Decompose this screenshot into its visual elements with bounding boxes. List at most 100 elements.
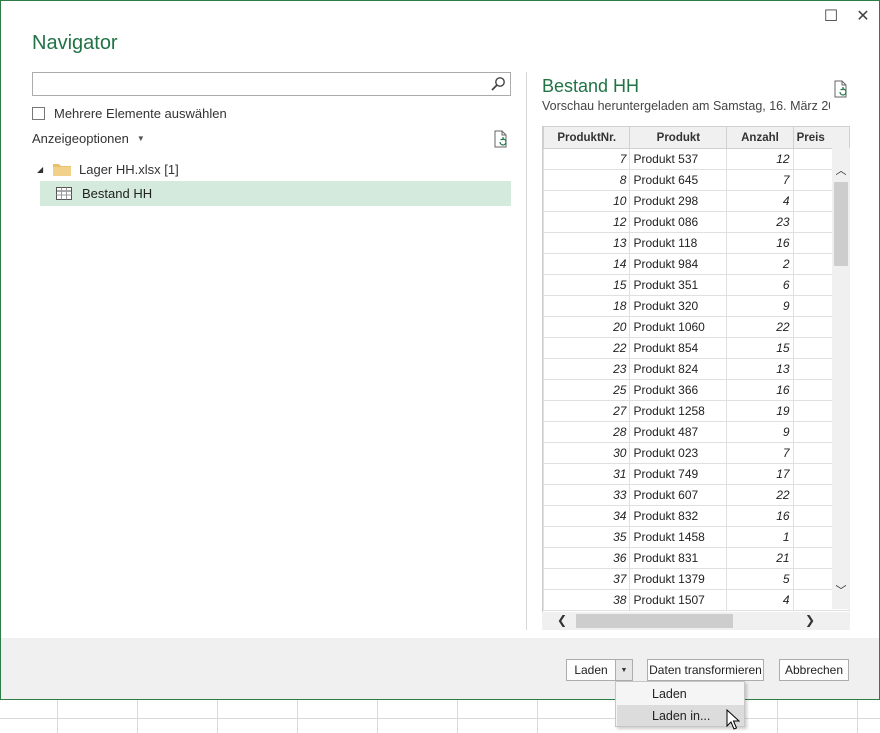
load-dropdown-button[interactable]: ▼ [615, 659, 633, 681]
table-cell: Produkt 487 [629, 421, 728, 443]
table-cell: 15 [726, 337, 794, 359]
chevron-down-icon: ▼ [620, 666, 628, 674]
scroll-up-icon[interactable]: ︿ [832, 162, 850, 178]
table-cell: 38 [543, 589, 631, 611]
table-cell: 5 [726, 568, 794, 590]
table-cell: Produkt 320 [629, 295, 728, 317]
table-cell: 13 [726, 358, 794, 380]
column-header[interactable]: Produkt [629, 126, 728, 149]
horizontal-scrollbar[interactable]: ❮ ❯ [542, 612, 850, 630]
maximize-button[interactable]: ☐ [820, 5, 842, 27]
table-cell: Produkt 118 [629, 232, 728, 254]
table-cell: 17 [726, 463, 794, 485]
table-cell: 22 [726, 484, 794, 506]
table-cell: 20 [543, 316, 631, 338]
vertical-scroll-thumb[interactable] [834, 182, 848, 266]
table-row: 20 Produkt 1060 22 [543, 316, 850, 338]
search-input[interactable] [32, 72, 511, 96]
table-cell: Produkt 831 [629, 547, 728, 569]
menu-item-load-to[interactable]: Laden in... [617, 705, 744, 726]
table-row: 14 Produkt 984 2 [543, 253, 850, 275]
multi-select-row[interactable]: Mehrere Elemente auswählen [32, 105, 227, 121]
table-header-row: ProduktNr. Produkt Anzahl Preis [543, 126, 850, 149]
table-cell: 14 [543, 253, 631, 275]
table-cell: 27 [543, 400, 631, 422]
column-header[interactable]: Anzahl [726, 126, 794, 149]
table-row: 7 Produkt 537 12 [543, 148, 850, 170]
table-cell: Produkt 351 [629, 274, 728, 296]
menu-item-load[interactable]: Laden [617, 683, 744, 704]
table-cell: Produkt 1379 [629, 568, 728, 590]
refresh-icon[interactable] [832, 80, 850, 98]
column-header[interactable]: ProduktNr. [543, 126, 631, 149]
table-cell: Produkt 366 [629, 379, 728, 401]
table-cell: 10 [543, 190, 631, 212]
cancel-button[interactable]: Abbrechen [779, 659, 849, 681]
expand-arrow-icon[interactable]: ◢ [37, 165, 47, 174]
panel-divider [526, 72, 527, 630]
table-cell: 12 [543, 211, 631, 233]
table-cell: 30 [543, 442, 631, 464]
scroll-right-icon[interactable]: ❯ [805, 613, 815, 627]
table-cell: 8 [543, 169, 631, 191]
table-cell: Produkt 298 [629, 190, 728, 212]
table-row: 36 Produkt 831 21 [543, 547, 850, 569]
display-options-dropdown[interactable]: Anzeigeoptionen ▼ [32, 131, 145, 146]
table-cell: Produkt 832 [629, 505, 728, 527]
table-cell: Produkt 1258 [629, 400, 728, 422]
tree-item-file[interactable]: ◢ Lager HH.xlsx [1] [32, 159, 179, 179]
table-cell: Produkt 537 [629, 148, 728, 170]
display-options-label: Anzeigeoptionen [32, 131, 129, 146]
table-cell: 31 [543, 463, 631, 485]
table-cell: Produkt 023 [629, 442, 728, 464]
tree-item-table-selected[interactable]: Bestand HH [40, 181, 511, 206]
table-row: 22 Produkt 854 15 [543, 337, 850, 359]
table-cell: Produkt 607 [629, 484, 728, 506]
table-cell: 28 [543, 421, 631, 443]
transform-data-button[interactable]: Daten transformieren [647, 659, 764, 681]
table-row: 35 Produkt 1458 1 [543, 526, 850, 548]
table-row: 31 Produkt 749 17 [543, 463, 850, 485]
multi-select-checkbox[interactable] [32, 106, 45, 120]
table-row: 34 Produkt 832 16 [543, 505, 850, 527]
table-cell: 16 [726, 232, 794, 254]
vertical-scrollbar[interactable]: ︿ ﹀ [832, 148, 850, 609]
table-row: 10 Produkt 298 4 [543, 190, 850, 212]
search-icon[interactable] [490, 76, 506, 92]
preview-title: Bestand HH [542, 76, 640, 96]
table-row: 15 Produkt 351 6 [543, 274, 850, 296]
close-button[interactable]: ✕ [852, 5, 874, 27]
table-cell: Produkt 749 [629, 463, 728, 485]
table-cell: Produkt 984 [629, 253, 728, 275]
table-cell: Produkt 854 [629, 337, 728, 359]
table-cell: 25 [543, 379, 631, 401]
table-cell: 36 [543, 547, 631, 569]
table-row: 25 Produkt 366 16 [543, 379, 850, 401]
load-button[interactable]: Laden [566, 659, 616, 681]
table-row: 28 Produkt 487 9 [543, 421, 850, 443]
table-cell: 22 [726, 316, 794, 338]
table-cell: 7 [543, 148, 631, 170]
table-cell: 4 [726, 190, 794, 212]
scroll-down-icon[interactable]: ﹀ [832, 582, 850, 598]
preview-table: ProduktNr. Produkt Anzahl Preis 7 Produkt… [542, 126, 850, 630]
table-cell: 9 [726, 421, 794, 443]
column-header[interactable]: Preis [792, 126, 850, 149]
table-cell: 22 [543, 337, 631, 359]
preview-subtitle: Vorschau heruntergeladen am Samstag, 16.… [542, 99, 830, 113]
table-cell: 9 [726, 295, 794, 317]
horizontal-scroll-thumb[interactable] [576, 614, 733, 628]
table-cell: 35 [543, 526, 631, 548]
spreadsheet-background [0, 698, 880, 733]
chevron-down-icon: ▼ [136, 134, 145, 143]
table-cell: 2 [726, 253, 794, 275]
table-cell: 16 [726, 379, 794, 401]
scroll-left-icon[interactable]: ❮ [557, 613, 567, 627]
table-icon [56, 187, 72, 200]
table-row: 38 Produkt 1507 4 [543, 589, 850, 611]
table-cell: Produkt 645 [629, 169, 728, 191]
refresh-icon[interactable] [492, 130, 510, 148]
table-cell: 7 [726, 442, 794, 464]
table-cell: 23 [726, 211, 794, 233]
table-cell: 19 [726, 400, 794, 422]
